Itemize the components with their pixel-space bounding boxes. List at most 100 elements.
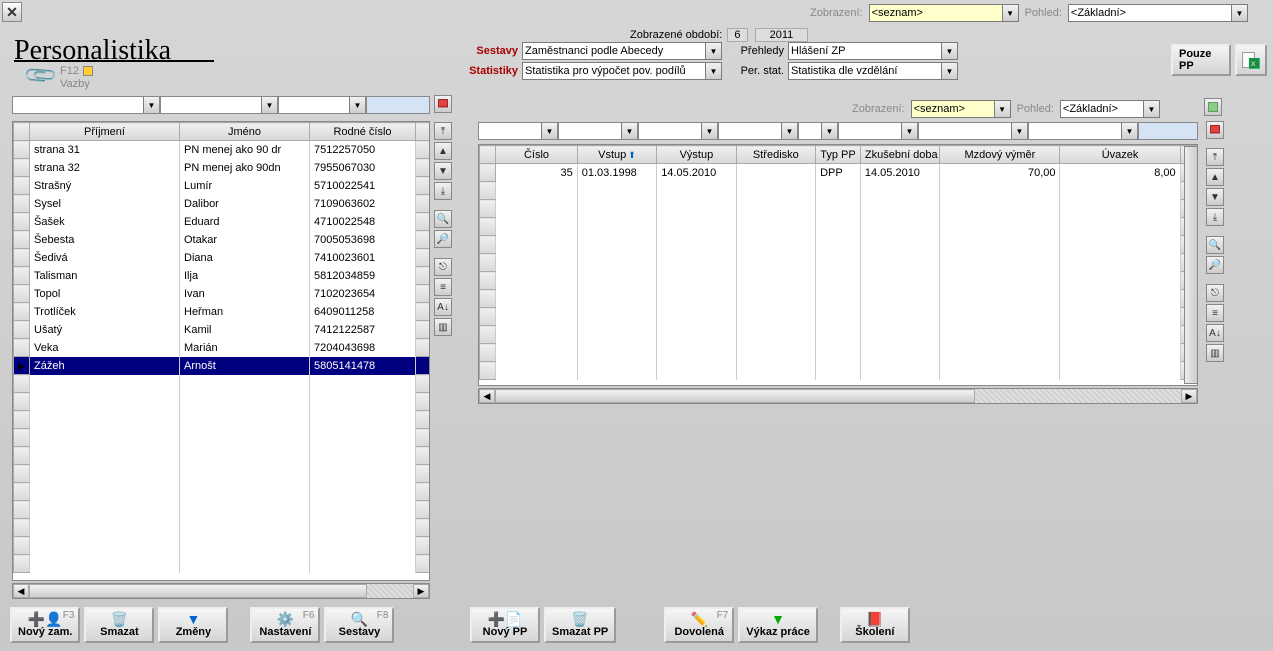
scroll-left-button[interactable]: ◀ <box>479 389 495 403</box>
go-down-button[interactable]: ▼ <box>434 162 452 180</box>
go-last-button[interactable]: ⤓ <box>1206 208 1224 226</box>
table-row[interactable]: SyselDalibor7109063602 <box>14 195 430 213</box>
table-row[interactable]: ZážehArnošt5805141478 <box>14 357 430 375</box>
right-filter-3[interactable]: ▼ <box>638 122 718 140</box>
zoom-in-button[interactable]: 🔍 <box>1206 236 1224 254</box>
list-button[interactable]: ≡ <box>434 278 452 296</box>
filter-tool-button[interactable] <box>1206 121 1224 139</box>
scroll-right-button[interactable]: ▶ <box>413 584 429 598</box>
go-last-button[interactable]: ⤓ <box>434 182 452 200</box>
table-row[interactable]: ŠebestaOtakar7005053698 <box>14 231 430 249</box>
cell[interactable]: 4710022548 <box>310 213 416 231</box>
go-up-button[interactable]: ▲ <box>1206 168 1224 186</box>
table-row[interactable]: ŠašekEduard4710022548 <box>14 213 430 231</box>
filter-tool-button[interactable] <box>434 95 452 113</box>
table-row[interactable]: StrašnýLumír5710022541 <box>14 177 430 195</box>
col-prijmeni[interactable]: Příjmení <box>30 123 180 141</box>
close-button[interactable]: ✕ <box>2 2 22 22</box>
table-row[interactable]: TalismanIlja5812034859 <box>14 267 430 285</box>
tree-button[interactable]: ⎋ <box>434 258 452 276</box>
employees-grid[interactable]: Příjmení Jméno Rodné číslo strana 31PN m… <box>12 121 430 581</box>
chevron-down-icon[interactable]: ▼ <box>1121 123 1137 139</box>
table-row[interactable]: 3501.03.199814.05.2010DPP14.05.201070,00… <box>480 164 1197 182</box>
go-first-button[interactable]: ⤒ <box>1206 148 1224 166</box>
cell[interactable]: 70,00 <box>940 164 1060 182</box>
export-button[interactable] <box>1204 98 1222 116</box>
cell[interactable]: 6409011258 <box>310 303 416 321</box>
cell[interactable]: strana 32 <box>30 159 180 177</box>
chevron-down-icon[interactable]: ▼ <box>994 101 1010 117</box>
zobrazeni-combo[interactable]: ▼ <box>869 4 1019 22</box>
left-filter-2[interactable]: ▼ <box>160 96 278 114</box>
chevron-down-icon[interactable]: ▼ <box>261 97 277 113</box>
zoom-in-button[interactable]: 🔍 <box>434 210 452 228</box>
statistiky-combo[interactable]: ▼ <box>522 62 722 80</box>
dovolena-button[interactable]: F7 ✏️ Dovolená <box>664 607 734 643</box>
left-filter-4[interactable] <box>366 96 430 114</box>
go-first-button[interactable]: ⤒ <box>434 122 452 140</box>
chevron-down-icon[interactable]: ▼ <box>705 63 721 79</box>
right-filter-2[interactable]: ▼ <box>558 122 638 140</box>
cell[interactable]: Marián <box>180 339 310 357</box>
cell[interactable]: 14.05.2010 <box>860 164 939 182</box>
cell[interactable]: 14.05.2010 <box>657 164 736 182</box>
pp-grid[interactable]: ČísloVstup⬆VýstupStřediskoTyp PPZkušební… <box>478 144 1198 386</box>
right-vscroll[interactable] <box>1184 146 1198 384</box>
col-header[interactable]: Typ PP <box>816 146 861 164</box>
left-hscroll[interactable]: ◀ ▶ <box>12 583 430 599</box>
sestavy-button[interactable]: F8 🔍 Sestavy <box>324 607 394 643</box>
chevron-down-icon[interactable]: ▼ <box>349 97 365 113</box>
chevron-down-icon[interactable]: ▼ <box>705 43 721 59</box>
cell[interactable]: Eduard <box>180 213 310 231</box>
col-jmeno[interactable]: Jméno <box>180 123 310 141</box>
col-rodne[interactable]: Rodné číslo <box>310 123 416 141</box>
sestavy-combo[interactable]: ▼ <box>522 42 722 60</box>
excel-export-button[interactable]: X <box>1235 44 1267 76</box>
chevron-down-icon[interactable]: ▼ <box>621 123 637 139</box>
novy-pp-button[interactable]: ➕📄 Nový PP <box>470 607 540 643</box>
sort-asc-button[interactable]: A↓ <box>1206 324 1224 342</box>
cell[interactable]: strana 31 <box>30 141 180 159</box>
sub-pohled-combo[interactable]: ▼ <box>1060 100 1160 118</box>
table-row[interactable]: UšatýKamil7412122587 <box>14 321 430 339</box>
zoom-out-button[interactable]: 🔎 <box>1206 256 1224 274</box>
cell[interactable]: 7955067030 <box>310 159 416 177</box>
cell[interactable]: 35 <box>496 164 577 182</box>
chevron-down-icon[interactable]: ▼ <box>1002 5 1018 21</box>
cell[interactable]: Kamil <box>180 321 310 339</box>
chevron-down-icon[interactable]: ▼ <box>143 97 159 113</box>
cell[interactable]: PN menej ako 90dn <box>180 159 310 177</box>
col-header[interactable]: Středisko <box>736 146 815 164</box>
chevron-down-icon[interactable]: ▼ <box>701 123 717 139</box>
cell[interactable]: PN menej ako 90 dr <box>180 141 310 159</box>
cell[interactable]: 7102023654 <box>310 285 416 303</box>
cell[interactable]: Lumír <box>180 177 310 195</box>
cell[interactable]: Otakar <box>180 231 310 249</box>
zoom-out-button[interactable]: 🔎 <box>434 230 452 248</box>
table-row[interactable]: VekaMarián7204043698 <box>14 339 430 357</box>
cell[interactable]: Zážeh <box>30 357 180 375</box>
cell[interactable]: Topol <box>30 285 180 303</box>
zmeny-button[interactable]: ▼ Změny <box>158 607 228 643</box>
cell[interactable]: Veka <box>30 339 180 357</box>
table-row[interactable]: TrotlíčekHeřman6409011258 <box>14 303 430 321</box>
chevron-down-icon[interactable]: ▼ <box>541 123 557 139</box>
tree-button[interactable]: ⎋ <box>1206 284 1224 302</box>
chevron-down-icon[interactable]: ▼ <box>781 123 797 139</box>
chevron-down-icon[interactable]: ▼ <box>1231 5 1247 21</box>
sort-desc-button[interactable]: ▥ <box>1206 344 1224 362</box>
skoleni-button[interactable]: 📕 Školení <box>840 607 910 643</box>
cell[interactable]: Diana <box>180 249 310 267</box>
pouze-pp-button[interactable]: Pouze PP <box>1171 44 1231 76</box>
cell[interactable]: 5812034859 <box>310 267 416 285</box>
cell[interactable]: 7412122587 <box>310 321 416 339</box>
right-filter-6[interactable]: ▼ <box>838 122 918 140</box>
cell[interactable]: 7512257050 <box>310 141 416 159</box>
pohled-input[interactable] <box>1071 5 1245 21</box>
scroll-right-button[interactable]: ▶ <box>1181 389 1197 403</box>
cell[interactable]: Sysel <box>30 195 180 213</box>
prehledy-combo[interactable]: ▼ <box>788 42 958 60</box>
cell[interactable]: 8,00 <box>1060 164 1180 182</box>
col-header[interactable]: Zkušební doba <box>860 146 939 164</box>
chevron-down-icon[interactable]: ▼ <box>901 123 917 139</box>
